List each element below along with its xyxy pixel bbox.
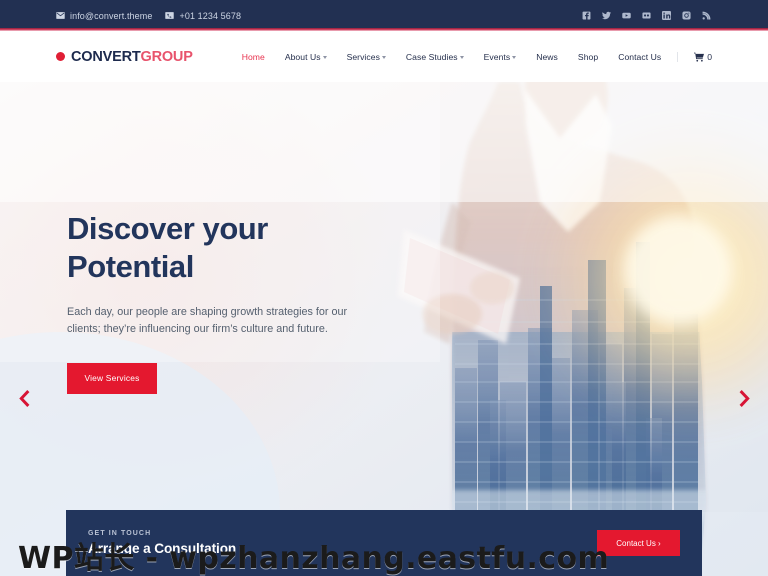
- nav-label: Shop: [577, 51, 599, 62]
- topbar-email-text: info@convert.theme: [70, 10, 153, 21]
- nav-label: Events: [483, 51, 511, 62]
- nav-label: News: [536, 51, 558, 62]
- chevron-down-icon: [322, 55, 327, 59]
- nav-item-shop[interactable]: Shop: [568, 52, 608, 62]
- nav-label: About Us: [284, 51, 321, 62]
- nav-label: Case Studies: [405, 51, 458, 62]
- cart-button[interactable]: 0: [677, 51, 712, 62]
- instagram-icon[interactable]: [681, 10, 692, 21]
- topbar-email[interactable]: info@convert.theme: [56, 11, 152, 21]
- top-bar: info@convert.theme +01 1234 5678: [0, 0, 768, 31]
- carousel-next-button[interactable]: [731, 385, 757, 411]
- facebook-icon[interactable]: [581, 10, 592, 21]
- chevron-left-icon: [16, 389, 33, 407]
- youtube-icon[interactable]: [621, 10, 632, 21]
- social-links: [581, 10, 712, 21]
- linkedin-icon[interactable]: [661, 10, 672, 21]
- nav-label: Home: [241, 51, 265, 62]
- carousel-prev-button[interactable]: [11, 385, 37, 411]
- nav-item-contact-us[interactable]: Contact Us: [608, 52, 671, 62]
- nav-item-home[interactable]: Home: [232, 52, 275, 62]
- main-navigation: Home About Us Services Case Studies Even…: [232, 51, 712, 62]
- chevron-right-icon: [736, 389, 753, 407]
- site-watermark: WP站长 - wpzhanzhang.eastfu.com: [18, 541, 610, 576]
- hero-title-line-1: Discover your: [67, 211, 268, 246]
- site-header: CONVERTGROUP Home About Us Services Case…: [0, 31, 768, 82]
- chevron-down-icon: [381, 55, 386, 59]
- top-bar-contact-group: info@convert.theme +01 1234 5678: [56, 11, 241, 21]
- cart-count: 0: [707, 51, 712, 62]
- hero-title: Discover your Potential: [67, 210, 397, 286]
- logo-primary-text: CONVERT: [71, 48, 141, 65]
- hero-title-line-2: Potential: [67, 248, 194, 284]
- nav-label: Services: [346, 51, 380, 62]
- hero-carousel: Discover your Potential Each day, our pe…: [0, 82, 768, 576]
- topbar-phone[interactable]: +01 1234 5678: [165, 11, 241, 21]
- contact-us-button[interactable]: Contact Us ›: [597, 530, 680, 556]
- chevron-down-icon: [459, 55, 464, 59]
- chevron-down-icon: [512, 55, 517, 59]
- envelope-icon: [56, 11, 65, 20]
- hero-subtitle: Each day, our people are shaping growth …: [67, 305, 348, 336]
- logo-wordmark: CONVERTGROUP: [71, 49, 193, 65]
- twitter-icon[interactable]: [601, 10, 612, 21]
- nav-label: Contact Us: [618, 51, 662, 62]
- page-stage: info@convert.theme +01 1234 5678 CONVERT…: [0, 0, 768, 576]
- rss-icon[interactable]: [701, 10, 712, 21]
- nav-item-about-us[interactable]: About Us: [275, 52, 337, 62]
- logo-secondary-text: GROUP: [140, 48, 193, 65]
- nav-item-news[interactable]: News: [526, 52, 568, 62]
- site-logo[interactable]: CONVERTGROUP: [56, 49, 193, 65]
- view-services-button[interactable]: View Services: [67, 362, 157, 394]
- nav-item-events[interactable]: Events: [474, 52, 527, 62]
- hero-content: Discover your Potential Each day, our pe…: [67, 210, 397, 394]
- shopping-cart-icon: [694, 52, 705, 62]
- nav-item-case-studies[interactable]: Case Studies: [396, 52, 474, 62]
- flickr-icon[interactable]: [641, 10, 652, 21]
- topbar-phone-text: +01 1234 5678: [179, 10, 242, 21]
- logo-dot-icon: [56, 52, 65, 61]
- nav-item-services[interactable]: Services: [337, 52, 396, 62]
- phone-icon: [165, 11, 175, 20]
